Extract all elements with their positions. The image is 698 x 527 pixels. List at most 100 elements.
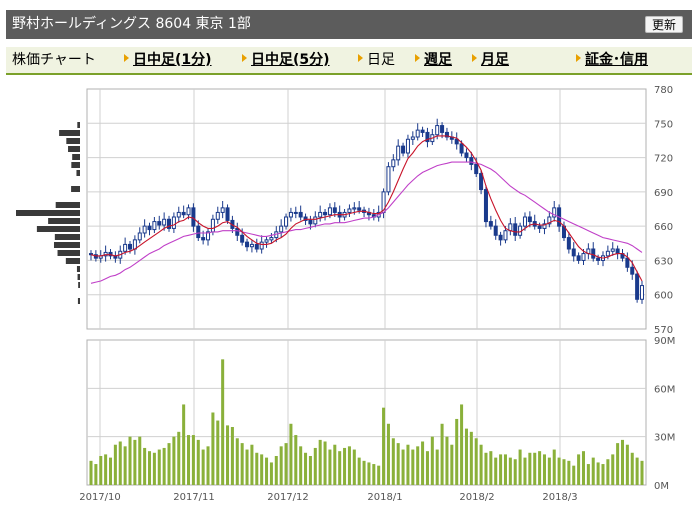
candle-body: [610, 248, 615, 252]
x-tick-label: 2018/1: [367, 492, 402, 503]
candle-body: [157, 221, 162, 226]
candle-body: [137, 232, 142, 241]
volume-tick-label: 30M: [654, 433, 675, 444]
candle-body: [498, 234, 503, 241]
candle-body: [566, 237, 571, 250]
volume-bar: [99, 456, 103, 485]
volume-profile-bar: [54, 234, 80, 240]
volume-bar: [123, 446, 127, 485]
volume-bar: [596, 462, 600, 485]
volume-bar: [308, 456, 312, 485]
volume-bar: [333, 444, 337, 485]
candle-body: [259, 241, 264, 250]
volume-bar: [323, 441, 327, 485]
volume-bar: [586, 464, 590, 485]
volume-tick-label: 90M: [654, 336, 675, 347]
volume-bar: [138, 436, 142, 485]
candle-body: [123, 243, 128, 252]
volume-bar: [250, 444, 254, 485]
volume-bar: [572, 465, 576, 485]
candle-body: [147, 225, 152, 231]
candle-body: [201, 237, 206, 241]
volume-profile-bar: [57, 250, 80, 256]
volume-tick-label: 0M: [654, 481, 669, 492]
volume-bar: [157, 449, 161, 485]
volume-bar: [172, 436, 176, 485]
volume-bar: [362, 460, 366, 485]
volume-profile-bar: [16, 210, 80, 216]
candle-body: [162, 218, 167, 226]
candle-body: [440, 125, 445, 133]
candle-body: [318, 211, 323, 218]
volume-bar: [430, 436, 434, 485]
candle-body: [235, 227, 240, 236]
candle-body: [415, 129, 420, 138]
candle-body: [503, 230, 508, 241]
volume-bar: [162, 447, 166, 485]
volume-bar: [133, 439, 137, 485]
price-tick-label: 780: [654, 85, 673, 96]
volume-profile-bar: [72, 154, 80, 160]
volume-frame: [86, 339, 647, 486]
volume-bar: [216, 420, 220, 485]
volume-bar: [386, 423, 390, 485]
candle-body: [488, 221, 493, 227]
volume-bar: [357, 457, 361, 485]
candle-body: [127, 243, 133, 250]
price-tick-label: 750: [654, 119, 673, 130]
candle-body: [386, 166, 391, 193]
volume-bar: [372, 464, 376, 485]
x-tick-label: 2017/12: [267, 492, 309, 503]
volume-bar: [128, 436, 132, 485]
volume-bar: [630, 452, 634, 485]
volume-bar: [304, 452, 308, 485]
candle-body: [639, 285, 645, 300]
candle-body: [625, 257, 630, 268]
volume-bar: [479, 444, 483, 485]
volume-bar: [182, 404, 186, 485]
volume-bar: [377, 465, 381, 485]
candle-body: [483, 189, 488, 223]
candle-body: [352, 207, 357, 210]
volume-bar: [440, 423, 444, 485]
volume-bar: [489, 451, 493, 485]
candle-body: [196, 225, 201, 239]
candle-body: [142, 225, 147, 234]
candle-body: [527, 216, 532, 223]
volume-profile-bar: [76, 266, 80, 272]
volume-bar: [601, 464, 605, 485]
volume-bar: [108, 457, 113, 485]
volume-bar: [494, 457, 498, 485]
volume-bar: [299, 446, 303, 485]
candle-body: [420, 129, 425, 133]
volume-bar: [347, 446, 351, 485]
candle-body: [464, 152, 469, 159]
volume-bar: [538, 451, 542, 485]
volume-profile-bar: [48, 218, 80, 224]
volume-tick-label: 60M: [654, 384, 675, 395]
volume-bar: [148, 451, 152, 485]
candle-body: [396, 145, 401, 161]
candle-body: [635, 273, 640, 300]
candle-body: [323, 211, 328, 216]
volume-bar: [245, 449, 249, 485]
price-tick-label: 600: [654, 291, 673, 302]
volume-bar: [206, 446, 210, 485]
candle-body: [284, 216, 289, 227]
volume-bar: [89, 460, 93, 485]
volume-bar: [235, 438, 239, 485]
volume-bar: [455, 418, 459, 485]
volume-bar: [464, 428, 468, 485]
volume-bar: [552, 449, 556, 485]
volume-bar: [338, 451, 342, 485]
volume-bar: [450, 444, 454, 485]
candle-body: [279, 225, 284, 233]
volume-bar: [187, 435, 191, 485]
price-tick-label: 660: [654, 222, 673, 233]
volume-bar: [211, 412, 215, 485]
candle-body: [347, 208, 352, 213]
volume-bar: [616, 443, 620, 485]
volume-bar: [313, 447, 317, 485]
candle-body: [269, 237, 274, 241]
volume-panel: 2017/10 2017/11 2017/12 2018/1 2018/2 2018/3 9…: [79, 336, 675, 503]
